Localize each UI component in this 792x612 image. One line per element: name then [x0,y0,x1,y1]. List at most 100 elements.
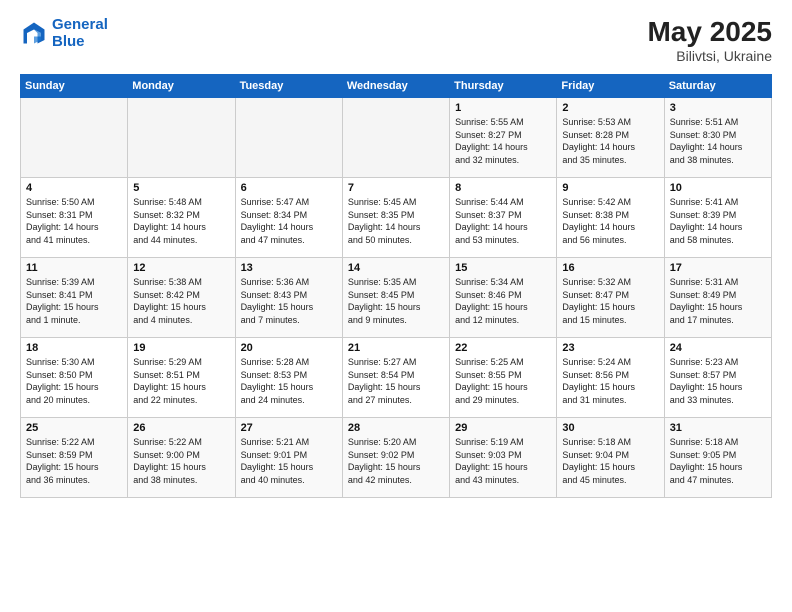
calendar-day-cell: 5 Sunrise: 5:48 AMSunset: 8:32 PMDaylight… [128,178,235,258]
calendar-day-cell: 12Sunrise: 5:38 AMSunset: 8:42 PMDayligh… [128,258,235,338]
day-info: Sunrise: 5:48 AMSunset: 8:32 PMDaylight:… [133,196,229,246]
day-info: Sunrise: 5:21 AMSunset: 9:01 PMDaylight:… [241,436,337,486]
day-number: 23 [562,342,658,354]
day-number: 17 [670,262,766,274]
day-info: Sunrise: 5:45 AMSunset: 8:35 PMDaylight:… [348,196,444,246]
calendar-day-cell: 2 Sunrise: 5:53 AMSunset: 8:28 PMDaylight… [557,98,664,178]
day-info: Sunrise: 5:36 AMSunset: 8:43 PMDaylight:… [241,276,337,326]
calendar-day-cell: 27 Sunrise: 5:21 AMSunset: 9:01 PMDayligh… [235,418,342,498]
calendar-day-cell: 15 Sunrise: 5:34 AMSunset: 8:46 PMDayligh… [450,258,557,338]
day-number: 24 [670,342,766,354]
day-number: 16 [562,262,658,274]
calendar-day-cell: 14 Sunrise: 5:35 AMSunset: 8:45 PMDayligh… [342,258,449,338]
day-info: Sunrise: 5:22 AMSunset: 9:00 PMDaylight:… [133,436,229,486]
day-info: Sunrise: 5:29 AMSunset: 8:51 PMDaylight:… [133,356,229,406]
weekday-header: Saturday [664,75,771,98]
day-info: Sunrise: 5:39 AMSunset: 8:41 PMDaylight:… [26,276,122,326]
day-info: Sunrise: 5:24 AMSunset: 8:56 PMDaylight:… [562,356,658,406]
calendar-day-cell: 13Sunrise: 5:36 AMSunset: 8:43 PMDayligh… [235,258,342,338]
day-info: Sunrise: 5:35 AMSunset: 8:45 PMDaylight:… [348,276,444,326]
day-number: 9 [562,182,658,194]
calendar-day-cell: 1 Sunrise: 5:55 AMSunset: 8:27 PMDaylight… [450,98,557,178]
day-info: Sunrise: 5:50 AMSunset: 8:31 PMDaylight:… [26,196,122,246]
day-info: Sunrise: 5:28 AMSunset: 8:53 PMDaylight:… [241,356,337,406]
weekday-header: Friday [557,75,664,98]
weekday-header: Tuesday [235,75,342,98]
day-info: Sunrise: 5:18 AMSunset: 9:04 PMDaylight:… [562,436,658,486]
calendar-title: May 2025 [647,16,772,48]
calendar-day-cell: 24 Sunrise: 5:23 AMSunset: 8:57 PMDayligh… [664,338,771,418]
day-number: 25 [26,422,122,434]
day-number: 12 [133,262,229,274]
calendar-day-cell: 3 Sunrise: 5:51 AMSunset: 8:30 PMDaylight… [664,98,771,178]
day-number: 28 [348,422,444,434]
calendar-day-cell: 17Sunrise: 5:31 AMSunset: 8:49 PMDayligh… [664,258,771,338]
day-number: 26 [133,422,229,434]
day-number: 27 [241,422,337,434]
calendar-day-cell [128,98,235,178]
day-number: 14 [348,262,444,274]
calendar-day-cell: 21 Sunrise: 5:27 AMSunset: 8:54 PMDayligh… [342,338,449,418]
day-info: Sunrise: 5:22 AMSunset: 8:59 PMDaylight:… [26,436,122,486]
page: General Blue May 2025 Bilivtsi, Ukraine … [0,0,792,612]
day-info: Sunrise: 5:23 AMSunset: 8:57 PMDaylight:… [670,356,766,406]
calendar-subtitle: Bilivtsi, Ukraine [647,48,772,64]
day-number: 1 [455,102,551,114]
day-info: Sunrise: 5:18 AMSunset: 9:05 PMDaylight:… [670,436,766,486]
calendar-day-cell: 19 Sunrise: 5:29 AMSunset: 8:51 PMDayligh… [128,338,235,418]
day-number: 5 [133,182,229,194]
day-number: 8 [455,182,551,194]
calendar-day-cell: 9Sunrise: 5:42 AMSunset: 8:38 PMDaylight… [557,178,664,258]
calendar-week-row: 18Sunrise: 5:30 AMSunset: 8:50 PMDayligh… [21,338,772,418]
day-number: 29 [455,422,551,434]
calendar-day-cell: 20Sunrise: 5:28 AMSunset: 8:53 PMDayligh… [235,338,342,418]
weekday-header: Sunday [21,75,128,98]
calendar-day-cell [21,98,128,178]
day-number: 2 [562,102,658,114]
day-number: 10 [670,182,766,194]
calendar-day-cell: 16 Sunrise: 5:32 AMSunset: 8:47 PMDayligh… [557,258,664,338]
day-number: 4 [26,182,122,194]
weekday-header: Thursday [450,75,557,98]
calendar-day-cell: 4 Sunrise: 5:50 AMSunset: 8:31 PMDaylight… [21,178,128,258]
calendar-day-cell: 11Sunrise: 5:39 AMSunset: 8:41 PMDayligh… [21,258,128,338]
calendar-day-cell: 25 Sunrise: 5:22 AMSunset: 8:59 PMDayligh… [21,418,128,498]
calendar-week-row: 1 Sunrise: 5:55 AMSunset: 8:27 PMDaylight… [21,98,772,178]
day-info: Sunrise: 5:47 AMSunset: 8:34 PMDaylight:… [241,196,337,246]
day-info: Sunrise: 5:53 AMSunset: 8:28 PMDaylight:… [562,116,658,166]
calendar-day-cell: 6Sunrise: 5:47 AMSunset: 8:34 PMDaylight… [235,178,342,258]
day-info: Sunrise: 5:20 AMSunset: 9:02 PMDaylight:… [348,436,444,486]
day-info: Sunrise: 5:27 AMSunset: 8:54 PMDaylight:… [348,356,444,406]
day-info: Sunrise: 5:51 AMSunset: 8:30 PMDaylight:… [670,116,766,166]
day-number: 19 [133,342,229,354]
day-info: Sunrise: 5:44 AMSunset: 8:37 PMDaylight:… [455,196,551,246]
calendar-day-cell: 28 Sunrise: 5:20 AMSunset: 9:02 PMDayligh… [342,418,449,498]
day-number: 15 [455,262,551,274]
day-number: 30 [562,422,658,434]
calendar-day-cell: 29Sunrise: 5:19 AMSunset: 9:03 PMDayligh… [450,418,557,498]
calendar-day-cell: 30 Sunrise: 5:18 AMSunset: 9:04 PMDayligh… [557,418,664,498]
calendar-week-row: 4 Sunrise: 5:50 AMSunset: 8:31 PMDaylight… [21,178,772,258]
calendar-table: SundayMondayTuesdayWednesdayThursdayFrid… [20,74,772,498]
calendar-header-row: SundayMondayTuesdayWednesdayThursdayFrid… [21,75,772,98]
weekday-header: Monday [128,75,235,98]
calendar-day-cell: 18Sunrise: 5:30 AMSunset: 8:50 PMDayligh… [21,338,128,418]
day-number: 3 [670,102,766,114]
day-number: 31 [670,422,766,434]
day-number: 7 [348,182,444,194]
day-info: Sunrise: 5:55 AMSunset: 8:27 PMDaylight:… [455,116,551,166]
logo-icon [20,19,48,47]
calendar-day-cell: 31 Sunrise: 5:18 AMSunset: 9:05 PMDayligh… [664,418,771,498]
calendar-day-cell [235,98,342,178]
calendar-week-row: 25 Sunrise: 5:22 AMSunset: 8:59 PMDayligh… [21,418,772,498]
logo-text: General Blue [52,16,108,51]
day-info: Sunrise: 5:34 AMSunset: 8:46 PMDaylight:… [455,276,551,326]
calendar-week-row: 11Sunrise: 5:39 AMSunset: 8:41 PMDayligh… [21,258,772,338]
calendar-day-cell: 10 Sunrise: 5:41 AMSunset: 8:39 PMDayligh… [664,178,771,258]
day-info: Sunrise: 5:32 AMSunset: 8:47 PMDaylight:… [562,276,658,326]
calendar-day-cell: 26 Sunrise: 5:22 AMSunset: 9:00 PMDayligh… [128,418,235,498]
day-number: 21 [348,342,444,354]
day-info: Sunrise: 5:41 AMSunset: 8:39 PMDaylight:… [670,196,766,246]
logo: General Blue [20,16,108,51]
header: General Blue May 2025 Bilivtsi, Ukraine [20,16,772,64]
